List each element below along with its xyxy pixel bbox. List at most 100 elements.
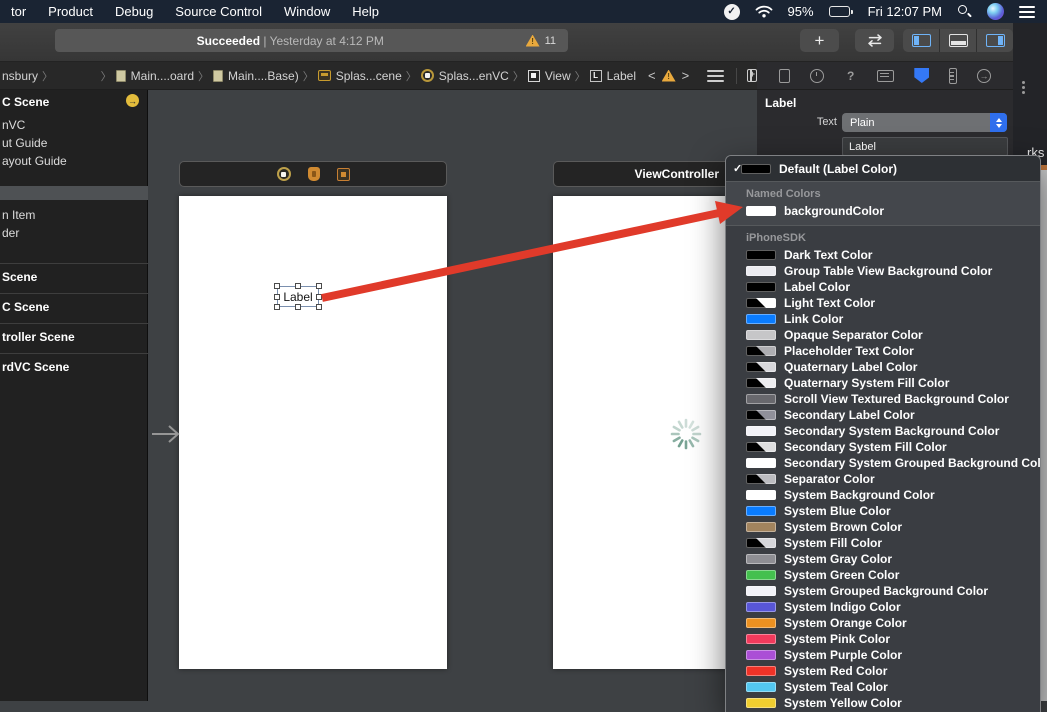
- color-menu-item[interactable]: Scroll View Textured Background Color: [726, 391, 1040, 407]
- view-controller-sheet[interactable]: [179, 196, 447, 669]
- color-menu-item[interactable]: System Indigo Color: [726, 599, 1040, 615]
- file-inspector-icon[interactable]: [779, 69, 790, 83]
- color-menu-item[interactable]: Group Table View Background Color: [726, 263, 1040, 279]
- menu-bar-item[interactable]: Source Control: [164, 4, 273, 19]
- menu-bar-item[interactable]: Window: [273, 4, 341, 19]
- outline-scene-header[interactable]: C Scene: [2, 95, 122, 110]
- spotlight-search-icon[interactable]: [957, 4, 972, 19]
- color-menu-item[interactable]: Label Color: [726, 279, 1040, 295]
- outline-scene-header[interactable]: C Scene: [2, 300, 49, 315]
- resize-handle[interactable]: [274, 304, 280, 310]
- crumb-scene[interactable]: Splas...cene: [318, 69, 402, 83]
- crumb-storyboard-file[interactable]: Main....oard: [116, 69, 194, 83]
- library-add-button[interactable]: +: [800, 29, 839, 52]
- color-menu-item[interactable]: System Purple Color: [726, 647, 1040, 663]
- identity-inspector-icon[interactable]: [877, 70, 894, 82]
- vertical-ellipsis-icon[interactable]: [1022, 81, 1025, 94]
- color-menu-item[interactable]: System Yellow Color: [726, 695, 1040, 711]
- attributes-inspector-icon[interactable]: [914, 68, 929, 83]
- color-menu-item[interactable]: System Gray Color: [726, 551, 1040, 567]
- color-menu-item[interactable]: System Teal Color: [726, 679, 1040, 695]
- resize-handle[interactable]: [295, 304, 301, 310]
- color-menu-item[interactable]: backgroundColor: [726, 203, 1040, 219]
- color-menu-item[interactable]: Light Text Color: [726, 295, 1040, 311]
- color-menu-item[interactable]: Dark Text Color: [726, 247, 1040, 263]
- outline-scene-header[interactable]: troller Scene: [2, 330, 75, 345]
- menu-bar-item[interactable]: Help: [341, 4, 390, 19]
- color-menu-item[interactable]: System Brown Color: [726, 519, 1040, 535]
- toggle-inspector-button[interactable]: [977, 29, 1013, 52]
- color-menu-item[interactable]: Separator Color: [726, 471, 1040, 487]
- color-menu-item[interactable]: Opaque Separator Color: [726, 327, 1040, 343]
- crumb-view-controller[interactable]: Splas...enVC: [421, 69, 509, 83]
- resize-handle[interactable]: [316, 294, 322, 300]
- toggle-debug-area-button[interactable]: [940, 29, 977, 52]
- siri-icon[interactable]: [987, 3, 1004, 20]
- color-label: Separator Color: [784, 472, 875, 486]
- activity-viewer[interactable]: Succeeded | Yesterday at 4:12 PM ! 11: [55, 29, 568, 52]
- outline-item[interactable]: n Item: [2, 208, 35, 223]
- resize-handle[interactable]: [316, 304, 322, 310]
- warning-icon[interactable]: !: [662, 70, 676, 82]
- resize-handle[interactable]: [295, 283, 301, 289]
- check-circle-icon[interactable]: ✓: [724, 4, 740, 20]
- color-menu-item[interactable]: Link Color: [726, 311, 1040, 327]
- add-editor-icon[interactable]: +: [747, 69, 757, 82]
- goto-scene-icon[interactable]: →: [126, 94, 139, 107]
- resize-handle[interactable]: [274, 294, 280, 300]
- help-inspector-icon[interactable]: ?: [844, 69, 858, 83]
- outline-item[interactable]: der: [2, 226, 19, 241]
- color-menu-item[interactable]: Secondary System Fill Color: [726, 439, 1040, 455]
- color-menu-item[interactable]: System Red Color: [726, 663, 1040, 679]
- notification-center-icon[interactable]: [1019, 6, 1035, 18]
- color-menu-item[interactable]: System Pink Color: [726, 631, 1040, 647]
- color-menu-item[interactable]: Secondary Label Color: [726, 407, 1040, 423]
- resize-handle[interactable]: [274, 283, 280, 289]
- color-menu-item[interactable]: System Green Color: [726, 567, 1040, 583]
- wifi-icon[interactable]: [755, 5, 773, 18]
- view-controller-dock-icon[interactable]: [277, 167, 291, 181]
- crumb-storyboard-base[interactable]: Main....Base): [213, 69, 299, 83]
- color-menu-item[interactable]: System Background Color: [726, 487, 1040, 503]
- color-menu-item[interactable]: Secondary System Background Color: [726, 423, 1040, 439]
- exit-segue-icon[interactable]: [337, 168, 350, 181]
- color-menu-default-item[interactable]: ✓ Default (Label Color): [726, 156, 1040, 181]
- label-text-field[interactable]: [842, 137, 1008, 156]
- crumb-view[interactable]: View: [528, 69, 571, 83]
- list-view-icon[interactable]: [707, 70, 724, 82]
- menu-bar-clock[interactable]: Fri 12:07 PM: [868, 4, 942, 19]
- outline-item[interactable]: ut Guide: [2, 136, 47, 151]
- warning-counter[interactable]: ! 11: [526, 35, 568, 47]
- outline-item[interactable]: nVC: [2, 118, 25, 133]
- forward-arrow[interactable]: >: [682, 68, 690, 83]
- editor-mode-button[interactable]: [855, 29, 894, 52]
- menu-bar-item[interactable]: Debug: [104, 4, 164, 19]
- menu-bar-item[interactable]: Product: [37, 4, 104, 19]
- color-menu-item[interactable]: System Blue Color: [726, 503, 1040, 519]
- crumb-label-element[interactable]: L Label: [590, 69, 636, 83]
- text-style-popup[interactable]: Plain: [842, 113, 1007, 132]
- history-inspector-icon[interactable]: [810, 69, 824, 83]
- size-inspector-icon[interactable]: [949, 68, 957, 84]
- first-responder-icon[interactable]: [308, 167, 320, 181]
- menu-bar-item[interactable]: tor: [0, 4, 37, 19]
- selected-label-element[interactable]: Label: [277, 286, 319, 307]
- connections-inspector-icon[interactable]: →: [977, 69, 991, 83]
- outline-scene-header[interactable]: rdVC Scene: [2, 360, 69, 375]
- toggle-navigator-button[interactable]: [903, 29, 940, 52]
- color-menu-item[interactable]: Quaternary System Fill Color: [726, 375, 1040, 391]
- check-icon: ✓: [726, 162, 738, 175]
- outline-item-selected[interactable]: [0, 186, 148, 200]
- color-menu-item[interactable]: Placeholder Text Color: [726, 343, 1040, 359]
- color-menu-item[interactable]: System Orange Color: [726, 615, 1040, 631]
- back-arrow[interactable]: <: [648, 68, 656, 83]
- resize-handle[interactable]: [316, 283, 322, 289]
- outline-item[interactable]: ayout Guide: [2, 154, 67, 169]
- outline-scene-header[interactable]: Scene: [2, 270, 37, 285]
- storyboard-entry-arrow[interactable]: [150, 423, 184, 445]
- color-menu-item[interactable]: System Grouped Background Color: [726, 583, 1040, 599]
- color-menu-item[interactable]: System Fill Color: [726, 535, 1040, 551]
- color-menu-item[interactable]: Secondary System Grouped Background Colo…: [726, 455, 1040, 471]
- color-menu-item[interactable]: Quaternary Label Color: [726, 359, 1040, 375]
- crumb-project[interactable]: nsbury: [0, 69, 38, 83]
